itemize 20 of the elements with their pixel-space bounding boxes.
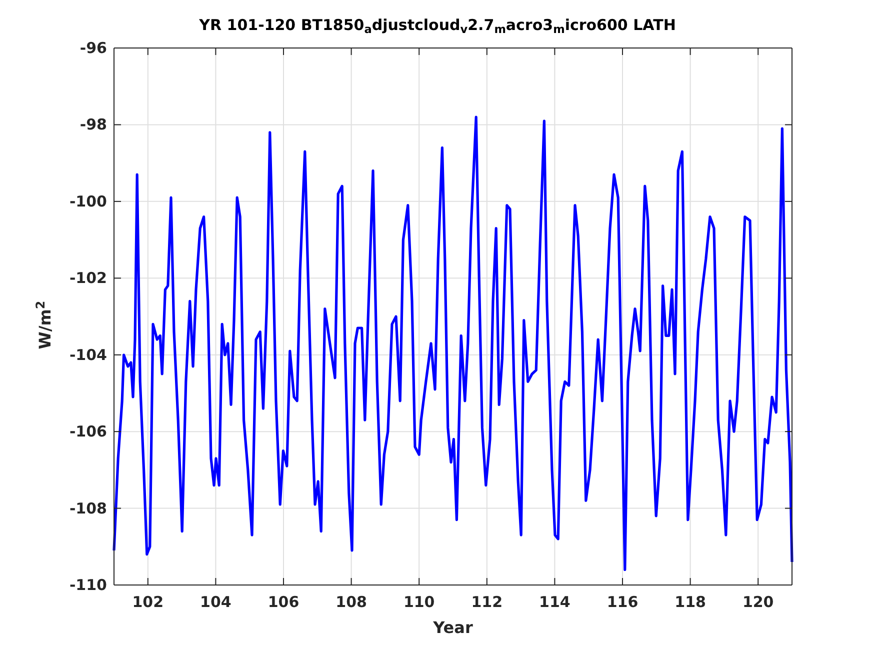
x-axis-label: Year bbox=[433, 618, 473, 637]
y-tick-label: -96 bbox=[80, 39, 107, 57]
x-tick-label: 110 bbox=[403, 593, 435, 611]
y-tick-label: -102 bbox=[69, 269, 107, 288]
x-tick-label: 112 bbox=[471, 593, 503, 611]
x-tick-label: 120 bbox=[742, 593, 774, 611]
x-tick-label: 106 bbox=[268, 593, 300, 611]
x-tick-label: 102 bbox=[132, 593, 164, 611]
y-tick-label: -98 bbox=[80, 116, 107, 134]
x-tick-label: 114 bbox=[539, 593, 570, 611]
y-tick-label: -110 bbox=[69, 576, 107, 594]
x-tick-label: 108 bbox=[336, 593, 367, 611]
y-tick-label: -104 bbox=[69, 346, 107, 364]
chart-title: YR 101-120 BT1850$_{a}$djustcloud$_{v}$2.7$_{m}$acro3$_{m}$icro600 LATH bbox=[199, 15, 676, 36]
x-tick-label: 118 bbox=[674, 593, 706, 611]
x-tick-label: 104 bbox=[200, 593, 232, 611]
y-tick-label: -108 bbox=[69, 499, 107, 518]
x-tick-label: 116 bbox=[606, 593, 638, 611]
y-tick-label: -100 bbox=[69, 192, 107, 210]
y-tick-label: -106 bbox=[69, 422, 107, 441]
